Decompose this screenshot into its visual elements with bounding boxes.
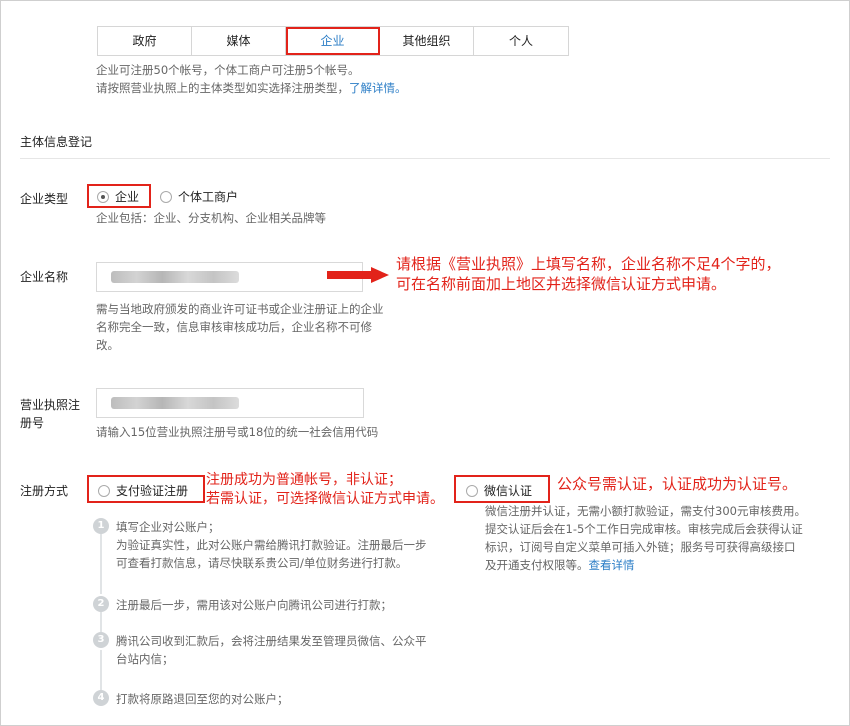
step-connector [100,650,102,690]
tab-individual[interactable]: 个人 [474,27,568,55]
step-number-badge: 1 [93,518,109,534]
step-line: 注册最后一步，需用该对公账户向腾讯公司进行打款； [116,598,392,612]
annotation-name-line1: 请根据《营业执照》上填写名称，企业名称不足4个字的， [396,255,781,273]
wechat-desc3: 标识，订阅号自定义菜单可插入外链；服务号可获得高级接口 [485,540,796,554]
step-line: 打款将原路退回至您的对公账户； [116,692,289,706]
radio-wechat-verify-label: 微信认证 [484,484,533,498]
step-line: 填写企业对公账户； [116,520,220,534]
intro-line2: 请按照营业执照上的主体类型如实选择注册类型，了解详情。 [96,80,407,96]
intro-line1: 企业可注册50个帐号，个体工商户可注册5个帐号。 [96,63,360,77]
enterprise-name-hint2: 名称完全一致，信息审核审核成功后，企业名称不可修 [96,320,372,334]
step-2-text: 注册最后一步，需用该对公账户向腾讯公司进行打款； [116,596,456,614]
radio-pay-verify-label: 支付验证注册 [116,484,189,498]
step-line: 台站内信； [116,652,174,666]
radio-enterprise[interactable]: 企业 [97,188,139,205]
license-hint: 请输入15位营业执照注册号或18位的统一社会信用代码 [96,425,379,439]
radio-individual-business[interactable]: 个体工商户 [160,188,238,205]
tab-government[interactable]: 政府 [98,27,192,55]
step-number-badge: 2 [93,596,109,612]
radio-pay-verify[interactable]: 支付验证注册 [98,482,188,499]
step-line: 腾讯公司收到汇款后，会将注册结果发至管理员微信、公众平 [116,634,427,648]
license-number-input[interactable] [96,388,364,418]
step-line: 为验证真实性，此对公账户需给腾讯打款验证。注册最后一步 [116,538,427,552]
step-4-text: 打款将原路退回至您的对公账户； [116,690,456,708]
page-frame [0,0,850,726]
wechat-desc4: 及开通支付权限等。查看详情 [485,556,635,574]
reg-method-label: 注册方式 [20,484,69,498]
step-number-badge: 4 [93,690,109,706]
red-arrow-icon [327,267,389,283]
radio-wechat-verify[interactable]: 微信认证 [466,482,532,499]
step-3-text: 腾讯公司收到汇款后，会将注册结果发至管理员微信、公众平 台站内信； [116,632,456,668]
annotation-pay-line2: 若需认证，可选择微信认证方式申请。 [206,491,444,507]
enterprise-name-hint1: 需与当地政府颁发的商业许可证书或企业注册证上的企业 [96,302,384,316]
license-label-line2: 册号 [20,416,45,430]
blurred-value [111,397,239,409]
enterprise-name-hint3: 改。 [96,338,119,352]
enterprise-name-input[interactable] [96,262,363,292]
radio-pay-verify-dot[interactable] [98,485,110,497]
enterprise-type-label: 企业类型 [20,192,69,206]
account-type-tabs: 政府 媒体 企业 其他组织 个人 [97,26,569,56]
enterprise-name-label: 企业名称 [20,270,69,284]
blurred-value [111,271,239,283]
radio-individual-dot[interactable] [160,191,172,203]
annotation-pay-line1: 注册成功为普通帐号，非认证； [206,472,402,488]
enterprise-type-hint: 企业包括：企业、分支机构、企业相关品牌等 [96,211,326,225]
tab-media[interactable]: 媒体 [192,27,286,55]
radio-enterprise-label: 企业 [115,190,140,204]
step-connector [100,534,102,594]
section-title: 主体信息登记 [20,135,93,149]
license-label-line1: 营业执照注 [20,398,81,412]
step-number-badge: 3 [93,632,109,648]
tab-enterprise[interactable]: 企业 [286,27,380,55]
tab-other-org[interactable]: 其他组织 [380,27,474,55]
annotation-wechat: 公众号需认证，认证成功为认证号。 [557,475,798,493]
radio-individual-label: 个体工商户 [178,190,239,204]
step-connector [100,612,102,632]
step-line: 可查看打款信息，请尽快联系贵公司/单位财务进行打款。 [116,556,408,570]
intro-line2-text: 请按照营业执照上的主体类型如实选择注册类型， [96,81,349,95]
wechat-desc1: 微信注册并认证，无需小额打款验证，需支付300元审核费用。 [485,504,806,518]
step-1-text: 填写企业对公账户； 为验证真实性，此对公账户需给腾讯打款验证。注册最后一步 可查… [116,518,456,572]
wechat-desc2: 提交认证后会在1-5个工作日完成审核。审核完成后会获得认证 [485,522,803,536]
learn-more-link[interactable]: 了解详情。 [349,81,407,95]
section-divider [20,158,830,159]
annotation-name-line2: 可在名称前面加上地区并选择微信认证方式申请。 [396,275,727,293]
radio-enterprise-dot[interactable] [97,191,109,203]
wechat-desc4-text: 及开通支付权限等。 [485,558,589,572]
view-details-link[interactable]: 查看详情 [589,558,635,572]
radio-wechat-verify-dot[interactable] [466,485,478,497]
